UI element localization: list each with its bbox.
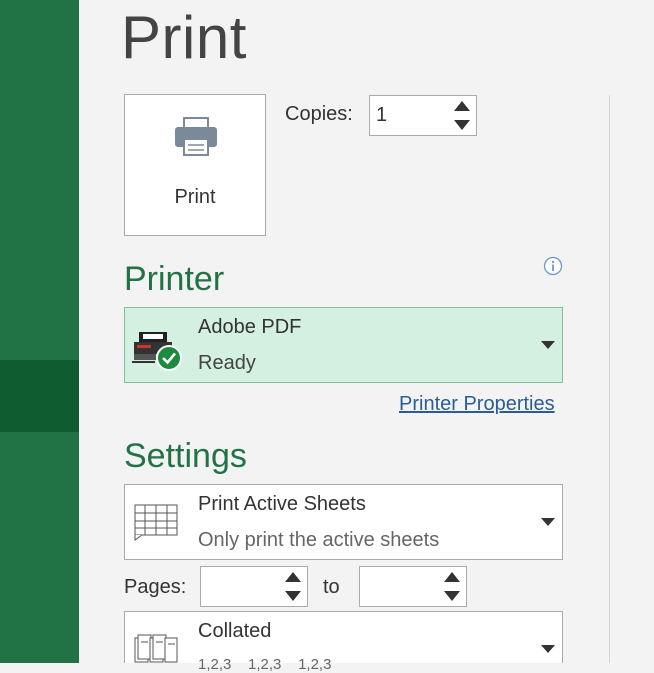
printer-ready-icon xyxy=(132,332,182,371)
page-title: Print xyxy=(121,4,247,71)
printer-status: Ready xyxy=(198,352,256,374)
pages-to-stepper[interactable] xyxy=(359,566,467,607)
settings-section-title: Settings xyxy=(124,437,247,475)
info-icon[interactable] xyxy=(543,256,563,276)
copies-label: Copies: xyxy=(285,103,353,125)
copies-value[interactable]: 1 xyxy=(376,104,387,127)
pages-from-stepper[interactable] xyxy=(200,566,308,607)
collated-pages-icon xyxy=(134,634,178,663)
chevron-down-icon[interactable] xyxy=(541,518,555,526)
pages-label: Pages: xyxy=(124,576,187,598)
printer-dropdown[interactable]: Adobe PDF Ready xyxy=(124,307,563,383)
sheet-grid-icon xyxy=(134,504,178,541)
spin-down-icon[interactable] xyxy=(285,591,301,601)
copies-stepper[interactable]: 1 xyxy=(369,95,477,136)
print-button-label: Print xyxy=(174,186,216,208)
collation-dropdown[interactable]: Collated 1,2,3 1,2,3 1,2,3 xyxy=(124,611,563,673)
spin-down-icon[interactable] xyxy=(444,591,460,601)
printer-section-title: Printer xyxy=(124,260,225,298)
printer-icon xyxy=(175,117,217,156)
print-what-main: Print Active Sheets xyxy=(198,493,366,515)
sidebar-item-print-selected[interactable] xyxy=(0,360,79,432)
backstage-sidebar xyxy=(0,0,79,663)
spin-down-icon[interactable] xyxy=(454,120,470,130)
spin-up-icon[interactable] xyxy=(285,572,301,582)
spin-up-icon[interactable] xyxy=(454,101,470,111)
vertical-divider xyxy=(609,95,610,663)
spin-up-icon[interactable] xyxy=(444,572,460,582)
printer-name: Adobe PDF xyxy=(198,316,302,338)
printer-properties-link[interactable]: Printer Properties xyxy=(399,393,555,416)
pages-to-label: to xyxy=(323,576,340,598)
chevron-down-icon[interactable] xyxy=(541,341,555,349)
print-button[interactable]: Print xyxy=(124,94,266,236)
print-what-sub: Only print the active sheets xyxy=(198,529,440,551)
collation-main: Collated xyxy=(198,620,272,642)
print-what-dropdown[interactable]: Print Active Sheets Only print the activ… xyxy=(124,484,563,560)
collation-sub: 1,2,3 1,2,3 1,2,3 xyxy=(198,656,332,673)
chevron-down-icon[interactable] xyxy=(541,645,555,653)
